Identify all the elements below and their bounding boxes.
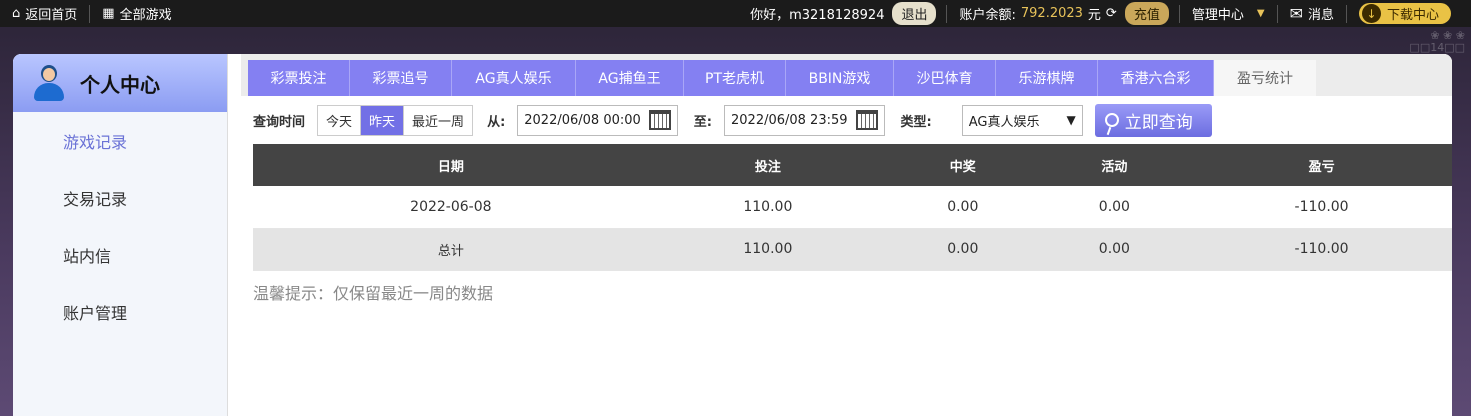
table-row: 2022-06-08 110.00 0.00 0.00 -110.00 bbox=[253, 186, 1452, 229]
logout-button[interactable]: 退出 bbox=[892, 2, 937, 25]
home-icon: ⌂ bbox=[12, 6, 21, 21]
total-cell: 总计 bbox=[253, 228, 649, 271]
table-cell: -110.00 bbox=[1190, 186, 1452, 229]
total-cell: -110.00 bbox=[1190, 228, 1452, 271]
table-cell: 110.00 bbox=[648, 186, 887, 229]
dropdown-arrow-icon: ▼ bbox=[1066, 113, 1076, 127]
tip-text: 温馨提示：仅保留最近一周的数据 bbox=[253, 284, 494, 303]
download-center-button[interactable]: ↓ 下载中心 bbox=[1358, 3, 1451, 24]
sidebar-item[interactable]: 交易记录 bbox=[13, 169, 227, 226]
mail-icon: ✉ bbox=[1289, 4, 1303, 23]
tab-item[interactable]: PT老虎机 bbox=[684, 60, 786, 96]
calendar-icon[interactable] bbox=[855, 110, 878, 130]
all-games-link[interactable]: ▦ 全部游戏 bbox=[90, 0, 183, 27]
profit-loss-table: 日期 投注 中奖 活动 盈亏 2022-06-08 110.00 0.00 0.00 -110.… bbox=[253, 144, 1452, 271]
game-tabs: 彩票投注 彩票追号 AG真人娱乐 AG捕鱼王 PT老虎机 BBIN游戏 沙巴体育 乐游棋牌 香港… bbox=[248, 60, 1316, 96]
column-header: 中奖 bbox=[887, 144, 1039, 186]
range-option[interactable]: 今天 bbox=[318, 105, 362, 135]
search-icon bbox=[1104, 113, 1119, 127]
grid-icon: ▦ bbox=[102, 6, 115, 21]
top-bar: ⌂ 返回首页 ▦ 全部游戏 你好，m3218128924 退出 账户余额: 79… bbox=[0, 0, 1471, 27]
date-range-selector: 今天 昨天 最近一周 bbox=[317, 104, 474, 136]
download-icon: ↓ bbox=[1361, 4, 1381, 23]
refresh-icon[interactable]: ⟳ bbox=[1106, 6, 1117, 21]
sidebar-item[interactable]: 账户管理 bbox=[13, 283, 227, 340]
table-header-row: 日期 投注 中奖 活动 盈亏 bbox=[253, 144, 1452, 186]
sidebar-menu: 游戏记录 交易记录 站内信 账户管理 bbox=[13, 112, 227, 340]
caret-down-icon: ▼ bbox=[1256, 8, 1265, 19]
sidebar-item[interactable]: 游戏记录 bbox=[13, 112, 227, 169]
total-row: 总计 110.00 0.00 0.00 -110.00 bbox=[253, 228, 1452, 271]
game-type-select[interactable]: AG真人娱乐 ▼ bbox=[961, 104, 1083, 136]
column-header: 投注 bbox=[648, 144, 887, 186]
total-cell: 0.00 bbox=[887, 228, 1039, 271]
home-link[interactable]: ⌂ 返回首页 bbox=[0, 0, 89, 27]
from-date-input[interactable]: 2022/06/08 00:00 bbox=[517, 104, 678, 136]
tab-item[interactable]: 彩票追号 bbox=[350, 60, 452, 96]
table-cell: 0.00 bbox=[1038, 186, 1191, 229]
query-time-label: 查询时间 bbox=[253, 114, 306, 130]
tab-item[interactable]: BBIN游戏 bbox=[786, 60, 894, 96]
user-avatar-icon bbox=[33, 65, 65, 101]
search-button[interactable]: 立即查询 bbox=[1094, 103, 1212, 137]
total-cell: 0.00 bbox=[1038, 228, 1191, 271]
balance: 账户余额: 792.2023 元 ⟳ bbox=[959, 6, 1117, 23]
sidebar-item[interactable]: 站内信 bbox=[13, 226, 227, 283]
to-date-input[interactable]: 2022/06/08 23:59 bbox=[724, 104, 885, 136]
tab-item[interactable]: 盈亏统计 bbox=[1214, 60, 1316, 96]
tab-item[interactable]: 乐游棋牌 bbox=[996, 60, 1098, 96]
to-label: 至: bbox=[693, 114, 712, 130]
range-option[interactable]: 昨天 bbox=[361, 105, 405, 135]
query-bar: 查询时间 今天 昨天 最近一周 从: 2022/06/08 00:00 至: 202… bbox=[241, 102, 1452, 138]
tab-item[interactable]: 沙巴体育 bbox=[894, 60, 996, 96]
greeting: 你好，m3218128924 bbox=[750, 8, 885, 23]
sidebar: 个人中心 游戏记录 交易记录 站内信 账户管理 bbox=[13, 54, 228, 416]
calendar-icon[interactable] bbox=[648, 110, 671, 130]
sidebar-header: 个人中心 bbox=[13, 54, 227, 112]
total-cell: 110.00 bbox=[648, 228, 887, 271]
tab-item[interactable]: AG真人娱乐 bbox=[452, 60, 576, 96]
main-content: 彩票投注 彩票追号 AG真人娱乐 AG捕鱼王 PT老虎机 BBIN游戏 沙巴体育 乐游棋牌 香港… bbox=[241, 54, 1452, 416]
tab-item[interactable]: 香港六合彩 bbox=[1098, 60, 1214, 96]
manage-center-menu[interactable]: 管理中心 ▼ bbox=[1180, 0, 1277, 27]
column-header: 盈亏 bbox=[1190, 144, 1452, 186]
download-area: ↓ 下载中心 bbox=[1347, 0, 1471, 27]
sidebar-title: 个人中心 bbox=[80, 72, 160, 97]
from-label: 从: bbox=[487, 114, 506, 130]
column-header: 活动 bbox=[1038, 144, 1191, 186]
range-option[interactable]: 最近一周 bbox=[404, 106, 472, 135]
table-cell: 0.00 bbox=[887, 186, 1039, 229]
type-label: 类型: bbox=[900, 114, 932, 130]
column-header: 日期 bbox=[253, 144, 649, 186]
recharge-button[interactable]: 充值 bbox=[1124, 2, 1169, 25]
balance-value: 792.2023 bbox=[1020, 6, 1083, 21]
user-center-panel: 个人中心 游戏记录 交易记录 站内信 账户管理 彩票投注 彩票追号 AG真人娱乐 AG捕鱼王… bbox=[13, 54, 1452, 416]
table-cell: 2022-06-08 bbox=[253, 186, 649, 229]
tab-item[interactable]: AG捕鱼王 bbox=[576, 60, 684, 96]
messages-link[interactable]: ✉ 消息 bbox=[1278, 0, 1346, 27]
watermark-logo: ❀ ❀ ❀ □□14□□ bbox=[1409, 29, 1465, 54]
tab-item[interactable]: 彩票投注 bbox=[248, 60, 350, 96]
